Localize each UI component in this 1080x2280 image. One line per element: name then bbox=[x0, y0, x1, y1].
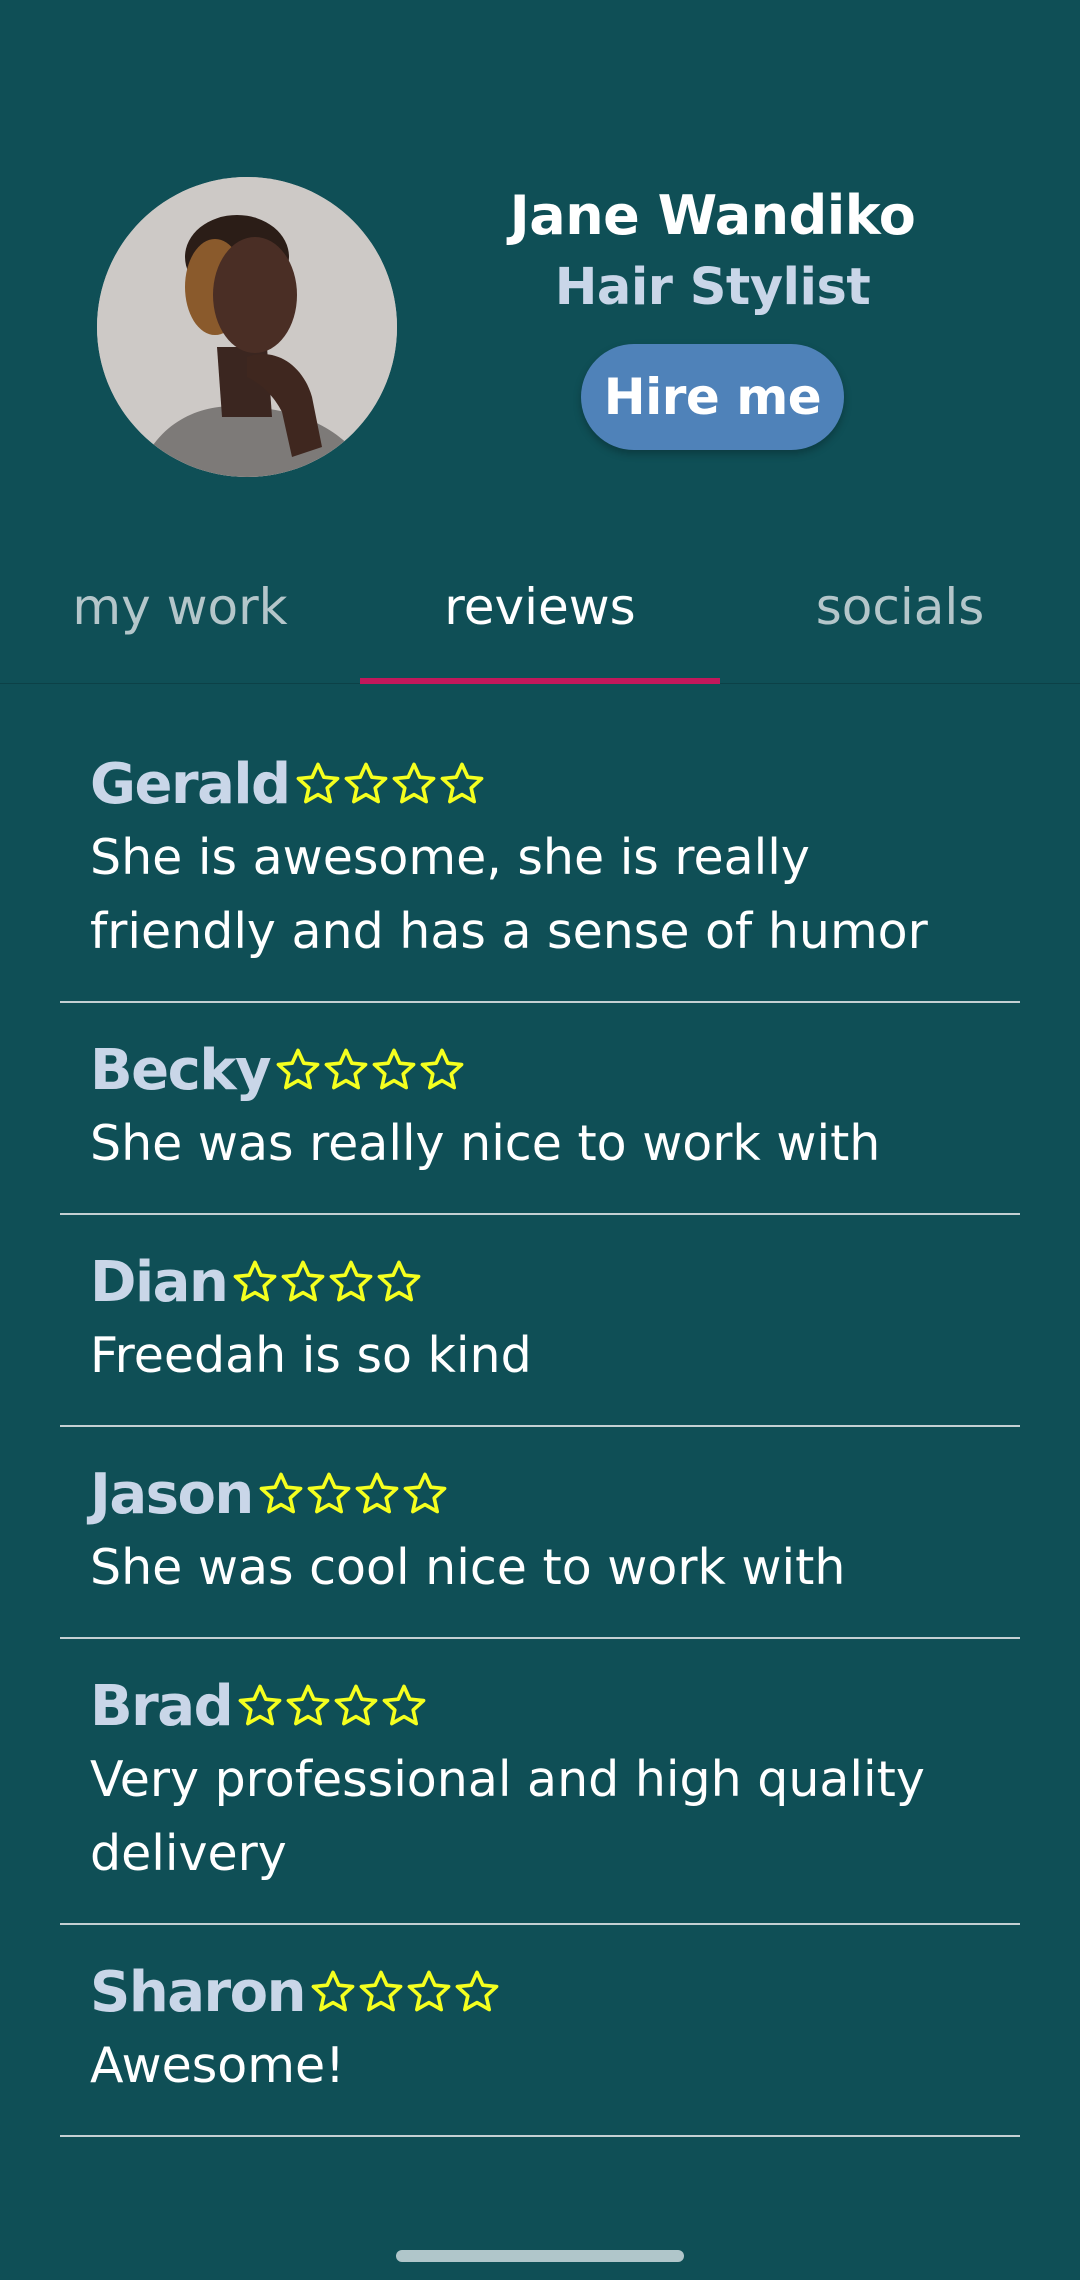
list-item: Dian Freedah is so kind bbox=[60, 1215, 1020, 1427]
tab-my-work[interactable]: my work bbox=[0, 540, 360, 683]
review-header: Sharon bbox=[90, 1955, 990, 2029]
star-rating bbox=[236, 1682, 428, 1730]
reviewer-name: Becky bbox=[90, 1037, 272, 1103]
star-icon bbox=[329, 1260, 373, 1302]
star-icon bbox=[407, 1970, 451, 2012]
star-icon bbox=[281, 1260, 325, 1302]
star-rating bbox=[231, 1258, 423, 1306]
list-item: Sharon Awesome! bbox=[60, 1925, 1020, 2137]
star-icon bbox=[455, 1970, 499, 2012]
review-text: Freedah is so kind bbox=[90, 1327, 532, 1384]
star-icon bbox=[440, 762, 484, 804]
star-icon bbox=[296, 762, 340, 804]
star-icon bbox=[334, 1684, 378, 1726]
review-text: Awesome! bbox=[90, 2037, 345, 2094]
review-text: She is awesome, she is really friendly a… bbox=[90, 829, 928, 960]
profile-info: Jane Wandiko Hair Stylist Hire me bbox=[460, 180, 965, 450]
reviewer-name: Jason bbox=[90, 1461, 254, 1527]
list-item: Brad Very professional and high quality … bbox=[60, 1639, 1020, 1925]
star-rating bbox=[257, 1470, 449, 1518]
profile-screen: Jane Wandiko Hair Stylist Hire me my wor… bbox=[0, 0, 1080, 2280]
reviewer-name: Dian bbox=[90, 1249, 229, 1315]
list-item: Gerald She is awesome, she is really fri… bbox=[60, 685, 1020, 1003]
tab-socials[interactable]: socials bbox=[720, 540, 1080, 683]
star-icon bbox=[238, 1684, 282, 1726]
star-icon bbox=[420, 1048, 464, 1090]
star-icon bbox=[233, 1260, 277, 1302]
star-icon bbox=[324, 1048, 368, 1090]
reviews-list: Gerald She is awesome, she is really fri… bbox=[60, 685, 1020, 2137]
star-rating bbox=[309, 1968, 501, 2016]
star-icon bbox=[276, 1048, 320, 1090]
star-icon bbox=[377, 1260, 421, 1302]
avatar-photo bbox=[97, 177, 397, 477]
star-icon bbox=[259, 1472, 303, 1514]
star-icon bbox=[359, 1970, 403, 2012]
star-icon bbox=[403, 1472, 447, 1514]
avatar bbox=[97, 177, 397, 477]
star-icon bbox=[311, 1970, 355, 2012]
profile-name: Jane Wandiko bbox=[509, 184, 916, 247]
star-rating bbox=[274, 1046, 466, 1094]
reviewer-name: Sharon bbox=[90, 1959, 306, 2025]
star-icon bbox=[355, 1472, 399, 1514]
star-icon bbox=[344, 762, 388, 804]
hire-me-button[interactable]: Hire me bbox=[581, 344, 844, 450]
reviewer-name: Brad bbox=[90, 1673, 234, 1739]
star-icon bbox=[392, 762, 436, 804]
star-icon bbox=[372, 1048, 416, 1090]
list-item: Jason She was cool nice to work with bbox=[60, 1427, 1020, 1639]
tab-bar: my work reviews socials bbox=[0, 540, 1080, 684]
review-text: Very professional and high quality deliv… bbox=[90, 1751, 925, 1882]
review-header: Gerald bbox=[90, 747, 990, 821]
review-header: Jason bbox=[90, 1457, 990, 1531]
tab-reviews[interactable]: reviews bbox=[360, 540, 720, 684]
star-icon bbox=[382, 1684, 426, 1726]
review-header: Becky bbox=[90, 1033, 990, 1107]
star-rating bbox=[294, 760, 486, 808]
review-text: She was really nice to work with bbox=[90, 1115, 881, 1172]
review-text: She was cool nice to work with bbox=[90, 1539, 846, 1596]
profile-role: Hair Stylist bbox=[554, 258, 871, 317]
star-icon bbox=[286, 1684, 330, 1726]
reviewer-name: Gerald bbox=[90, 751, 291, 817]
home-indicator[interactable] bbox=[396, 2250, 684, 2262]
review-header: Dian bbox=[90, 1245, 990, 1319]
star-icon bbox=[307, 1472, 351, 1514]
review-header: Brad bbox=[90, 1669, 990, 1743]
list-item: Becky She was really nice to work with bbox=[60, 1003, 1020, 1215]
